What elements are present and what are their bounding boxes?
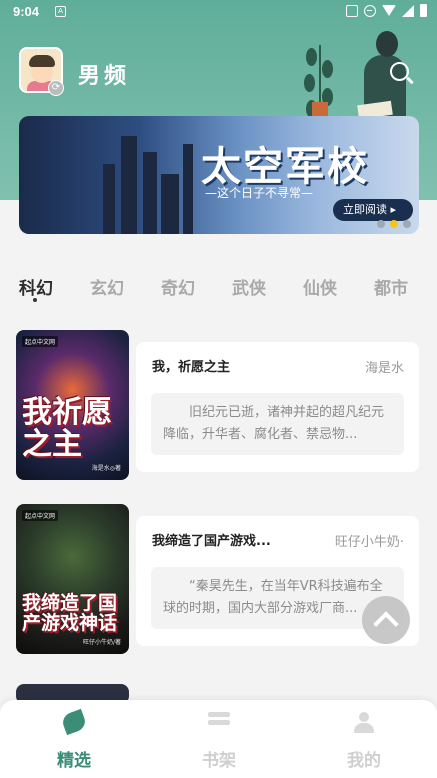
banner-subtitle: —这个日子不寻常— [205,186,314,200]
app-screen: 9:04 A ⟳ 男频 太空军校 —这个日子不寻常— 立即阅读 ▸ 科幻 玄幻 … [0,0,437,778]
tab-scifi[interactable]: 科幻 [19,274,53,299]
battery-icon [420,4,427,17]
book-card[interactable]: 起点中文网 我缔造了国产游戏神话 旺仔小牛奶/著 我缔造了国产游戏... 旺仔小… [16,504,419,654]
book-cover[interactable]: 起点中文网 我祈愿之主 海是水◎著 [16,330,129,480]
channel-title[interactable]: 男频 [78,58,130,90]
tab-urban[interactable]: 都市 [374,274,408,299]
pagination-dot-active[interactable] [390,220,398,228]
tab-wuxia[interactable]: 武侠 [232,274,266,299]
category-tabs: 科幻 玄幻 奇幻 武侠 仙侠 都市 [0,274,437,314]
cover-publisher-badge: 起点中文网 [22,336,59,347]
city-illustration [99,126,199,234]
bottom-navigation: 精选 书架 我的 [0,700,437,778]
do-not-disturb-icon [364,4,376,17]
cover-author: 旺仔小牛奶/著 [82,639,121,646]
cover-title: 我缔造了国产游戏神话 [22,592,118,635]
notification-app-icon: A [55,6,66,17]
tab-xianxia[interactable]: 仙侠 [303,274,337,299]
nav-profile[interactable]: 我的 [334,710,394,771]
bookshelf-icon [208,712,230,732]
search-icon[interactable] [390,62,414,86]
active-tab-indicator [33,298,37,302]
nav-label: 书架 [202,751,236,771]
book-author: 旺仔小牛奶· [334,535,404,550]
leaf-icon [60,708,88,736]
nav-featured[interactable]: 精选 [44,708,104,771]
book-title: 我缔造了国产游戏... [152,534,271,549]
book-description: 旧纪元已逝，诸神并起的超凡纪元降临，升华者、腐化者、禁忌物... [151,393,404,455]
tab-xuanhuan[interactable]: 玄幻 [90,274,124,299]
wifi-icon [382,5,396,16]
pagination-dot[interactable] [403,220,411,228]
banner-pagination [377,220,411,228]
promo-banner[interactable]: 太空军校 —这个日子不寻常— 立即阅读 ▸ [19,116,419,234]
book-author: 海是水 [364,361,404,376]
read-now-button[interactable]: 立即阅读 ▸ [333,199,413,221]
cover-publisher-badge: 起点中文网 [22,510,59,521]
book-title: 我，祈愿之主 [152,360,231,375]
plant-illustration [300,40,340,120]
user-icon [353,712,375,734]
switch-channel-icon[interactable]: ⟳ [48,80,64,96]
cover-title: 我祈愿之主 [22,395,112,462]
book-card[interactable]: 起点中文网 我祈愿之主 海是水◎著 我，祈愿之主 海是水 旧纪元已逝，诸神并起的… [16,330,419,480]
pagination-dot[interactable] [377,220,385,228]
nav-bookshelf[interactable]: 书架 [189,710,249,771]
status-time: 9:04 [13,4,40,19]
cover-author: 海是水◎著 [91,465,121,472]
book-cover[interactable]: 起点中文网 我缔造了国产游戏神话 旺仔小牛奶/著 [16,504,129,654]
vibrate-icon [346,4,358,17]
status-bar: 9:04 A [0,0,437,24]
nav-label: 精选 [57,751,91,771]
signal-icon [402,4,414,17]
scroll-to-top-button[interactable] [362,596,410,644]
tab-fantasy[interactable]: 奇幻 [161,274,195,299]
nav-label: 我的 [347,751,381,771]
